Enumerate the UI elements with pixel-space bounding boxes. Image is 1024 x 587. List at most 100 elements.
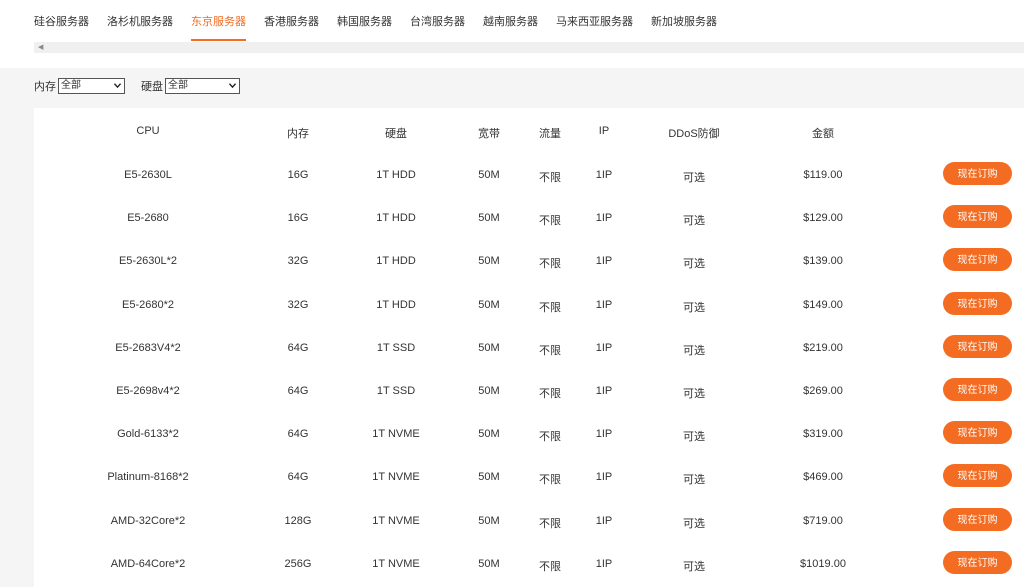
cell-cpu: AMD-64Core*2 (110, 557, 186, 570)
order-now-button[interactable]: 现在订购 (943, 291, 1012, 315)
table-row: E5-2683V4*2 64G 1T SSD 50M 不限 1IP 可选 $219.00 现在订… (34, 328, 1024, 371)
cell-traffic: 不限 (539, 517, 561, 530)
cell-traffic: 不限 (539, 560, 561, 573)
cell-disk: 1T HDD (376, 298, 416, 311)
cell-cpu: AMD-32Core*2 (110, 514, 186, 527)
order-now-button[interactable]: 现在订购 (943, 507, 1012, 531)
memory-select-value: 全部 (61, 80, 81, 91)
memory-select[interactable]: 全部 (58, 78, 125, 94)
tab-region[interactable]: 硅谷服务器 (34, 0, 89, 44)
cell-ddos: 可选 (683, 517, 705, 530)
cell-bw: 50M (478, 212, 500, 225)
column-header-ddos: DDoS防御 (668, 128, 720, 140)
tab-region[interactable]: 韩国服务器 (337, 0, 392, 44)
table-row: E5-2680 16G 1T HDD 50M 不限 1IP 可选 $129.00 现在订购 (34, 198, 1024, 241)
disk-select-value: 全部 (168, 80, 188, 91)
tab-region[interactable]: 越南服务器 (483, 0, 538, 44)
cell-cpu: E5-2630L*2 (118, 255, 178, 268)
cell-disk: 1T NVME (372, 471, 420, 484)
cell-ip: 1IP (595, 557, 613, 570)
column-header-price: 金额 (812, 128, 834, 140)
order-now-button[interactable]: 现在订购 (943, 550, 1012, 574)
column-header-disk: 硬盘 (385, 128, 407, 140)
cell-ip: 1IP (595, 169, 613, 181)
cell-bw: 50M (478, 255, 500, 268)
tab-region[interactable]: 马来西亚服务器 (556, 0, 633, 44)
cell-bw: 50M (478, 514, 500, 527)
cell-ip: 1IP (595, 428, 613, 441)
region-tab-bar: 硅谷服务器 洛杉机服务器 东京服务器 香港服务器 韩国服务器 台湾服务器 越南服务器 马来西亚… (0, 0, 1024, 68)
tab-region[interactable]: 台湾服务器 (410, 0, 465, 44)
cell-ip: 1IP (595, 341, 613, 354)
cell-mem: 32G (287, 255, 309, 268)
cell-disk: 1T SSD (376, 385, 416, 397)
cell-price: $319.00 (803, 428, 843, 441)
tab-region[interactable]: 香港服务器 (264, 0, 319, 44)
order-now-button[interactable]: 现在订购 (943, 378, 1012, 401)
cell-bw: 50M (478, 169, 500, 181)
cell-price: $269.00 (803, 385, 843, 397)
cell-bw: 50M (478, 557, 500, 570)
tab-region[interactable]: 东京服务器 (191, 0, 246, 44)
cell-ddos: 可选 (683, 388, 705, 400)
tab-region[interactable]: 新加坡服务器 (651, 0, 717, 44)
table-row: AMD-32Core*2 128G 1T NVME 50M 不限 1IP 可选 $719.00… (34, 501, 1024, 544)
cell-price: $719.00 (803, 514, 843, 527)
cell-traffic: 不限 (539, 431, 561, 444)
cell-mem: 64G (287, 341, 309, 354)
cell-ddos: 可选 (683, 344, 705, 357)
table-row: Platinum-8168*2 64G 1T NVME 50M 不限 1IP 可选 $469.… (34, 457, 1024, 500)
filter-bar: 内存 全部 硬盘 全部 (34, 78, 256, 94)
cell-ip: 1IP (595, 385, 613, 397)
scroll-left-icon[interactable]: ◀ (38, 43, 43, 52)
cell-ddos: 可选 (683, 474, 705, 487)
cell-ip: 1IP (595, 298, 613, 311)
cell-mem: 128G (284, 514, 312, 527)
cell-price: $1019.00 (800, 557, 846, 570)
table-row: E5-2698v4*2 64G 1T SSD 50M 不限 1IP 可选 $269.00 现在订… (34, 371, 1024, 414)
column-header-mem: 内存 (287, 128, 309, 140)
horizontal-scrollbar[interactable]: ◀ (34, 42, 1024, 53)
order-now-button[interactable]: 现在订购 (943, 464, 1012, 488)
cell-mem: 32G (287, 298, 309, 311)
order-now-button[interactable]: 现在订购 (943, 162, 1012, 185)
cell-traffic: 不限 (539, 474, 561, 487)
cell-price: $219.00 (803, 341, 843, 354)
cell-price: $149.00 (803, 298, 843, 311)
disk-filter-label: 硬盘 (141, 81, 163, 93)
tab-region[interactable]: 洛杉机服务器 (107, 0, 173, 44)
cell-mem: 64G (287, 428, 309, 441)
cell-traffic: 不限 (539, 258, 561, 271)
table-row: E5-2630L 16G 1T HDD 50M 不限 1IP 可选 $119.00 现在订购 (34, 155, 1024, 198)
cell-cpu: Gold-6133*2 (117, 428, 179, 441)
disk-select[interactable]: 全部 (165, 78, 240, 94)
cell-bw: 50M (478, 298, 500, 311)
table-row: E5-2680*2 32G 1T HDD 50M 不限 1IP 可选 $149.00 现在订购 (34, 285, 1024, 328)
cell-ip: 1IP (595, 514, 613, 527)
cell-traffic: 不限 (539, 344, 561, 357)
cell-cpu: E5-2683V4*2 (115, 341, 181, 354)
cell-bw: 50M (478, 471, 500, 484)
column-header-bw: 宽带 (478, 128, 500, 140)
cell-price: $139.00 (803, 255, 843, 268)
table-row: AMD-64Core*2 256G 1T NVME 50M 不限 1IP 可选 $1019.0… (34, 544, 1024, 587)
memory-filter-label: 内存 (34, 81, 56, 93)
chevron-down-icon (114, 83, 121, 89)
cell-bw: 50M (478, 341, 500, 354)
cell-traffic: 不限 (539, 301, 561, 314)
cell-cpu: Platinum-8168*2 (107, 471, 189, 484)
cell-price: $119.00 (803, 169, 843, 181)
cell-ddos: 可选 (683, 431, 705, 444)
order-now-button[interactable]: 现在订购 (943, 421, 1012, 445)
order-now-button[interactable]: 现在订购 (943, 248, 1012, 272)
cell-disk: 1T HDD (376, 212, 416, 225)
cell-ip: 1IP (595, 255, 613, 268)
server-price-table: CPU 内存 硬盘 宽带 流量 IP DDoS防御 金额 E5-2630L 16G 1T HDD 50… (34, 108, 1024, 587)
order-now-button[interactable]: 现在订购 (943, 205, 1012, 229)
region-tabs: 硅谷服务器 洛杉机服务器 东京服务器 香港服务器 韩国服务器 台湾服务器 越南服务器 马来西亚… (34, 0, 735, 44)
cell-ip: 1IP (595, 471, 613, 484)
cell-bw: 50M (478, 385, 500, 397)
cell-ddos: 可选 (683, 258, 705, 271)
order-now-button[interactable]: 现在订购 (943, 334, 1012, 358)
cell-cpu: E5-2630L (124, 169, 172, 181)
